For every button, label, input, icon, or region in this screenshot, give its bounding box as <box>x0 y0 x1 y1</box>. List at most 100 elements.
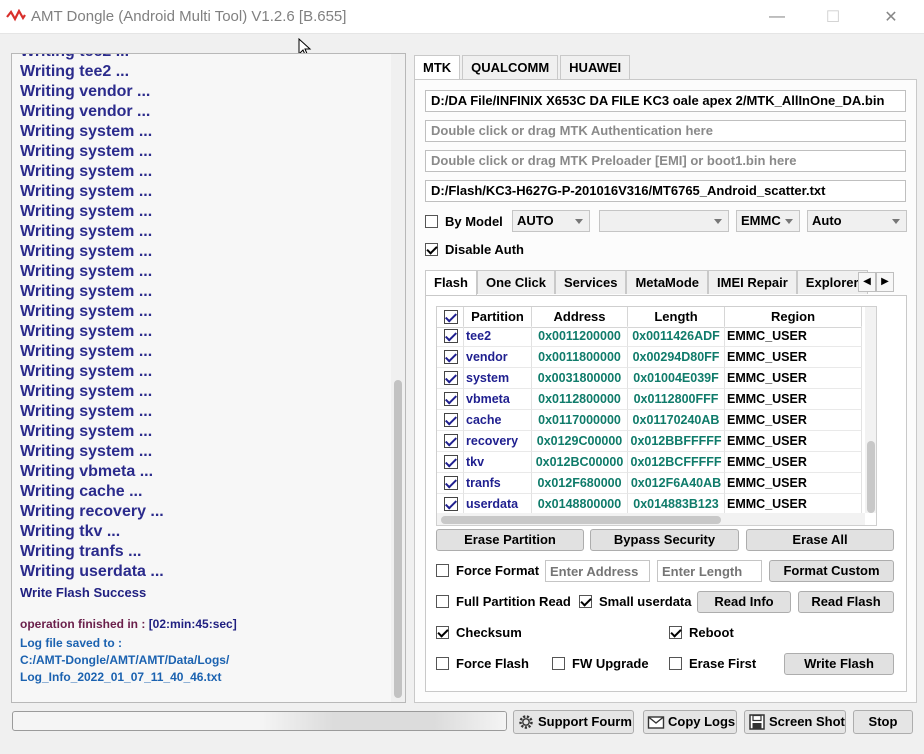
table-row[interactable]: system 0x0031800000 0x01004E039F EMMC_USER <box>437 368 862 389</box>
read-info-button[interactable]: Read Info <box>697 591 791 613</box>
table-vertical-scrollbar[interactable] <box>865 307 876 513</box>
table-horizontal-scrollbar[interactable] <box>437 513 865 525</box>
small-userdata-checkbox[interactable] <box>579 595 592 608</box>
table-vertical-scroll-thumb[interactable] <box>867 441 875 513</box>
tab-qualcomm[interactable]: QUALCOMM <box>462 55 559 79</box>
log-scroll-thumb[interactable] <box>394 380 402 698</box>
close-button[interactable]: ✕ <box>868 0 914 34</box>
bypass-security-button[interactable]: Bypass Security <box>590 529 739 551</box>
table-row[interactable]: recovery 0x0129C00000 0x012BBFFFFF EMMC_USE… <box>437 431 862 452</box>
preloader-file-field[interactable]: Double click or drag MTK Preloader [EMI]… <box>425 150 906 172</box>
by-model-checkbox[interactable] <box>425 215 438 228</box>
table-row[interactable]: tranfs 0x012F680000 0x012F6A40AB EMMC_USER <box>437 473 862 494</box>
full-partition-read-label: Full Partition Read <box>456 594 571 609</box>
tab-imei-repair[interactable]: IMEI Repair <box>708 270 797 294</box>
da-file-field[interactable]: D:/DA File/INFINIX X653C DA FILE KC3 oal… <box>425 90 906 112</box>
table-row[interactable]: userdata 0x0148800000 0x014883B123 EMMC_USE… <box>437 494 862 515</box>
row-check-cell[interactable] <box>437 326 464 347</box>
mode-select[interactable]: Auto <box>807 210 907 232</box>
table-row[interactable]: tkv 0x012BC00000 0x012BCFFFFF EMMC_USER <box>437 452 862 473</box>
table-row[interactable]: tee2 0x0011200000 0x0011426ADF EMMC_USER <box>437 326 862 347</box>
address-input[interactable] <box>545 560 650 582</box>
function-tabs: Flash One Click Services MetaMode IMEI R… <box>425 270 868 296</box>
app-logo-icon <box>6 9 26 22</box>
log-line: Writing system ... <box>20 343 153 360</box>
row-checkbox[interactable] <box>444 413 458 427</box>
log-line: Writing tee2 ... <box>20 63 130 80</box>
table-row[interactable]: vendor 0x0011800000 0x00294D80FF EMMC_USER <box>437 347 862 368</box>
support-forum-button[interactable]: Support Fourm <box>513 710 634 734</box>
row-checkbox[interactable] <box>444 497 458 511</box>
tab-huawei[interactable]: HUAWEI <box>560 55 631 79</box>
length-cell: 0x01004E039F <box>628 368 725 389</box>
partition-name-cell: vendor <box>464 347 532 368</box>
row-check-cell[interactable] <box>437 410 464 431</box>
log-scrollbar[interactable] <box>391 54 405 702</box>
screen-shot-button[interactable]: Screen Shot <box>744 710 846 734</box>
row-check-cell[interactable] <box>437 389 464 410</box>
row-check-cell[interactable] <box>437 494 464 515</box>
log-line: Writing system ... <box>20 383 153 400</box>
device-select[interactable] <box>599 210 729 232</box>
row-check-cell[interactable] <box>437 368 464 389</box>
table-horizontal-scroll-thumb[interactable] <box>441 516 721 524</box>
scatter-file-field[interactable]: D:/Flash/KC3-H627G-P-201016V316/MT6765_A… <box>425 180 906 202</box>
length-cell: 0x0112800FFF <box>628 389 725 410</box>
length-cell: 0x0011426ADF <box>628 326 725 347</box>
erase-all-button[interactable]: Erase All <box>746 529 894 551</box>
full-partition-read-checkbox[interactable] <box>436 595 449 608</box>
tab-flash[interactable]: Flash <box>425 270 477 296</box>
minimize-button[interactable]: — <box>754 0 800 34</box>
row-check-cell[interactable] <box>437 347 464 368</box>
log-line: Writing system ... <box>20 443 153 460</box>
tab-scroll-left-icon[interactable]: ◀ <box>858 272 876 292</box>
row-checkbox[interactable] <box>444 455 458 469</box>
row-check-cell[interactable] <box>437 452 464 473</box>
log-finished-label: operation finished in : <box>20 617 146 631</box>
row-checkbox[interactable] <box>444 329 458 343</box>
fw-upgrade-checkbox[interactable] <box>552 657 565 670</box>
erase-partition-button[interactable]: Erase Partition <box>436 529 584 551</box>
log-line: Writing system ... <box>20 263 153 280</box>
tab-explorer[interactable]: Explorer <box>796 270 868 294</box>
log-line: Writing system ... <box>20 243 153 260</box>
force-flash-checkbox[interactable] <box>436 657 449 670</box>
tab-metamode[interactable]: MetaMode <box>626 270 708 294</box>
length-cell: 0x012BBFFFFF <box>628 431 725 452</box>
erase-first-checkbox[interactable] <box>669 657 682 670</box>
table-row[interactable]: vbmeta 0x0112800000 0x0112800FFF EMMC_USER <box>437 389 862 410</box>
force-format-checkbox[interactable] <box>436 564 449 577</box>
stop-button[interactable]: Stop <box>853 710 913 734</box>
row-checkbox[interactable] <box>444 476 458 490</box>
log-line: Writing vendor ... <box>20 103 151 120</box>
copy-logs-button[interactable]: Copy Logs <box>643 710 737 734</box>
row-checkbox[interactable] <box>444 371 458 385</box>
tab-one-click[interactable]: One Click <box>476 270 555 294</box>
row-check-cell[interactable] <box>437 431 464 452</box>
table-row[interactable]: cache 0x0117000000 0x01170240AB EMMC_USER <box>437 410 862 431</box>
log-saved-path-2: Log_Info_2022_01_07_11_40_46.txt <box>20 670 222 684</box>
format-custom-button[interactable]: Format Custom <box>769 560 894 582</box>
log-line: Writing userdata ... <box>20 563 164 580</box>
write-flash-button[interactable]: Write Flash <box>784 653 894 675</box>
select-all-column[interactable] <box>437 307 464 328</box>
log-line: Writing tkv ... <box>20 523 121 540</box>
select-all-checkbox[interactable] <box>444 310 458 324</box>
row-checkbox[interactable] <box>444 392 458 406</box>
row-checkbox[interactable] <box>444 434 458 448</box>
tab-mtk[interactable]: MTK <box>414 55 461 80</box>
checksum-checkbox[interactable] <box>436 626 449 639</box>
reboot-checkbox[interactable] <box>669 626 682 639</box>
maximize-button[interactable]: ☐ <box>810 0 856 34</box>
auth-file-field[interactable]: Double click or drag MTK Authentication … <box>425 120 906 142</box>
tab-services[interactable]: Services <box>554 270 627 294</box>
row-check-cell[interactable] <box>437 473 464 494</box>
storage-select[interactable]: EMMC <box>736 210 800 232</box>
disable-auth-checkbox[interactable] <box>425 243 438 256</box>
read-flash-button[interactable]: Read Flash <box>798 591 894 613</box>
row-checkbox[interactable] <box>444 350 458 364</box>
log-saved: Log file saved to : C:/AMT-Dongle/AMT/AM… <box>20 635 229 686</box>
model-select[interactable]: AUTO <box>512 210 590 232</box>
length-input[interactable] <box>657 560 762 582</box>
tab-scroll-right-icon[interactable]: ▶ <box>876 272 894 292</box>
